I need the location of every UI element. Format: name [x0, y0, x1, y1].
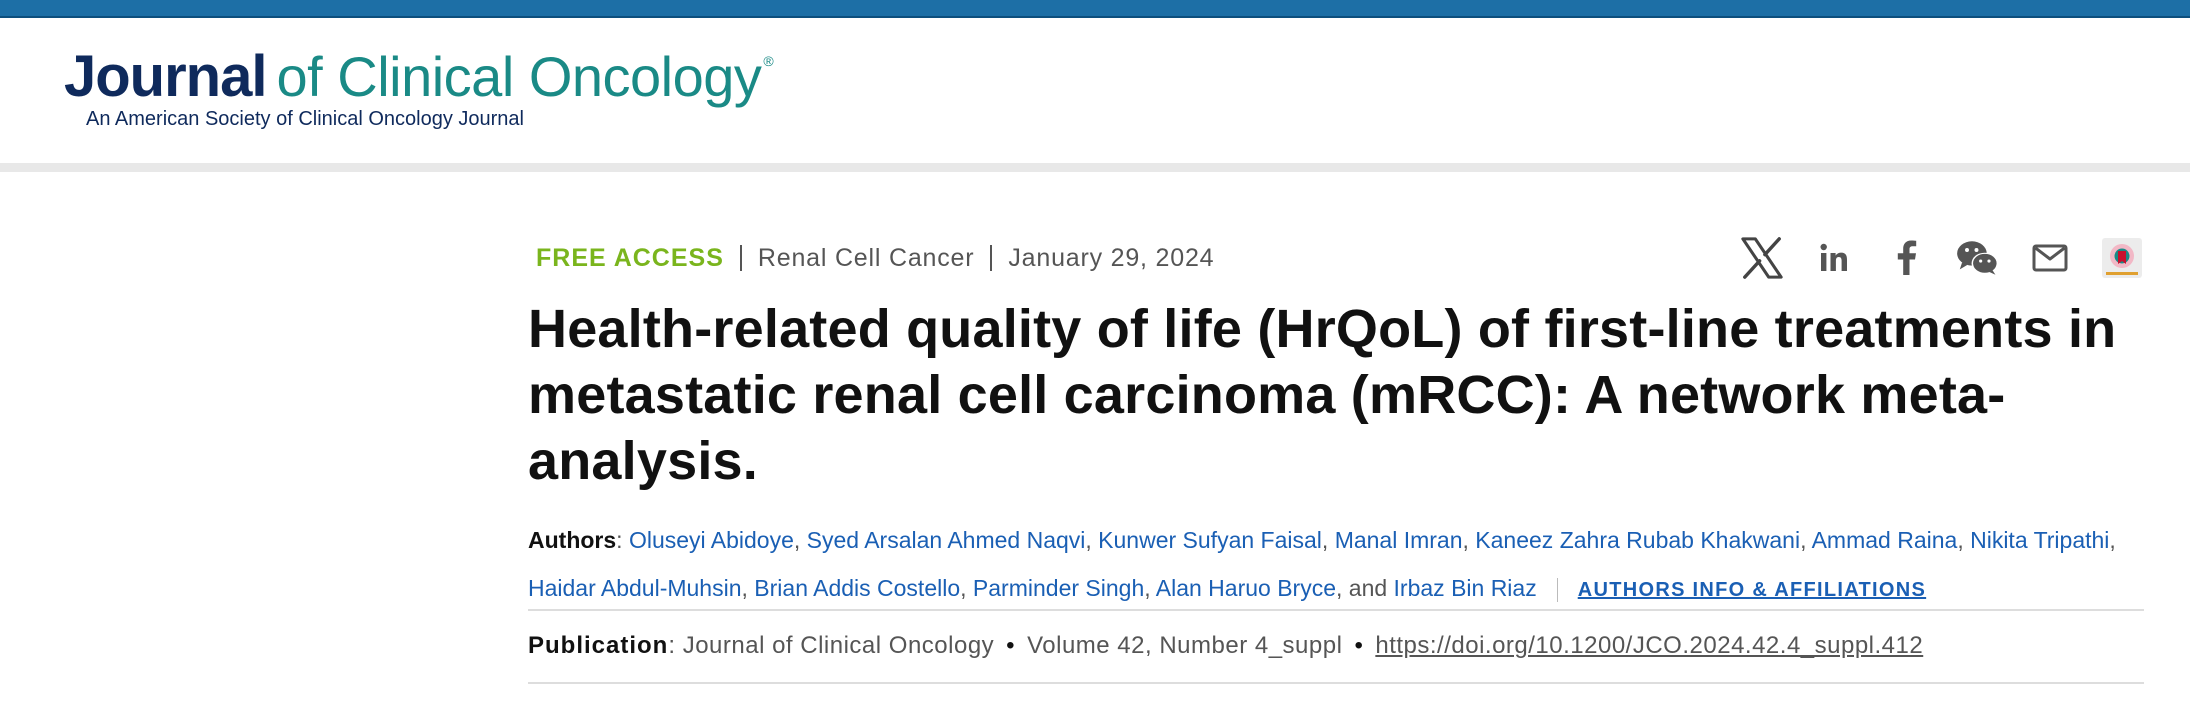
wechat-icon[interactable] [1956, 236, 2000, 280]
authors-affiliations-link[interactable]: AUTHORS INFO & AFFILIATIONS [1578, 579, 1926, 601]
author-link[interactable]: Kaneez Zahra Rubab Khakwani [1475, 527, 1800, 553]
logo-journal-word: Journal [64, 44, 267, 109]
access-badge: FREE ACCESS [536, 243, 724, 272]
publication-label: Publication [528, 632, 669, 659]
author-link[interactable]: Oluseyi Abidoye [629, 527, 794, 553]
author-link[interactable]: Parminder Singh [973, 575, 1144, 601]
logo-rest-text: of Clinical Oncology [276, 45, 762, 108]
meta-divider [990, 245, 993, 271]
author-link[interactable]: Ammad Raina [1812, 527, 1958, 553]
publication-info: Publication: Journal of Clinical Oncolog… [528, 632, 1924, 659]
facebook-icon[interactable] [1884, 236, 1928, 280]
volume-info: Volume 42, Number 4_suppl [1027, 632, 1343, 659]
article-title: Health-related quality of life (HrQoL) o… [528, 299, 2117, 491]
authors-label: Authors [528, 527, 617, 553]
header-divider [0, 163, 2190, 172]
share-bar [1740, 236, 2144, 280]
doi-link[interactable]: https://doi.org/10.1200/JCO.2024.42.4_su… [1375, 632, 1923, 659]
author-link[interactable]: Irbaz Bin Riaz [1394, 575, 1537, 601]
journal-name: Journal of Clinical Oncology [682, 632, 995, 659]
article-date: January 29, 2024 [1008, 243, 1215, 272]
email-icon[interactable] [2028, 236, 2072, 280]
x-icon[interactable] [1740, 236, 1784, 280]
site-header: Journal of Clinical Oncology ® An American… [0, 18, 2190, 163]
author-link[interactable]: Alan Haruo Bryce [1156, 575, 1336, 601]
logo-subtitle: An American Society of Clinical Oncology… [86, 108, 524, 130]
author-link[interactable]: Nikita Tripathi [1970, 527, 2109, 553]
bullet-separator: • [1006, 632, 1016, 659]
linkedin-icon[interactable] [1812, 236, 1856, 280]
authors-list: Authors: Oluseyi Abidoye, Syed Arsalan A… [528, 527, 2116, 602]
divider [528, 682, 2144, 684]
author-link[interactable]: Syed Arsalan Ahmed Naqvi [807, 527, 1086, 553]
article-meta: FREE ACCESS Renal Cell Cancer January 29… [536, 242, 1214, 274]
logo-registered-mark: ® [763, 53, 774, 69]
article-category[interactable]: Renal Cell Cancer [758, 244, 974, 273]
author-link[interactable]: Haidar Abdul-Muhsin [528, 575, 742, 601]
bullet-separator: • [1354, 632, 1364, 659]
authors-divider [1556, 577, 1558, 602]
author-link[interactable]: Kunwer Sufyan Faisal [1098, 527, 1322, 553]
divider [528, 609, 2144, 611]
top-accent-bar [0, 0, 2190, 18]
journal-logo[interactable]: Journal of Clinical Oncology ® An American… [64, 48, 774, 131]
and-word: and [1348, 575, 1388, 601]
meta-divider [739, 245, 742, 271]
author-link[interactable]: Brian Addis Costello [754, 575, 960, 601]
mendeley-icon[interactable] [2100, 236, 2144, 280]
author-link[interactable]: Manal Imran [1335, 527, 1463, 553]
